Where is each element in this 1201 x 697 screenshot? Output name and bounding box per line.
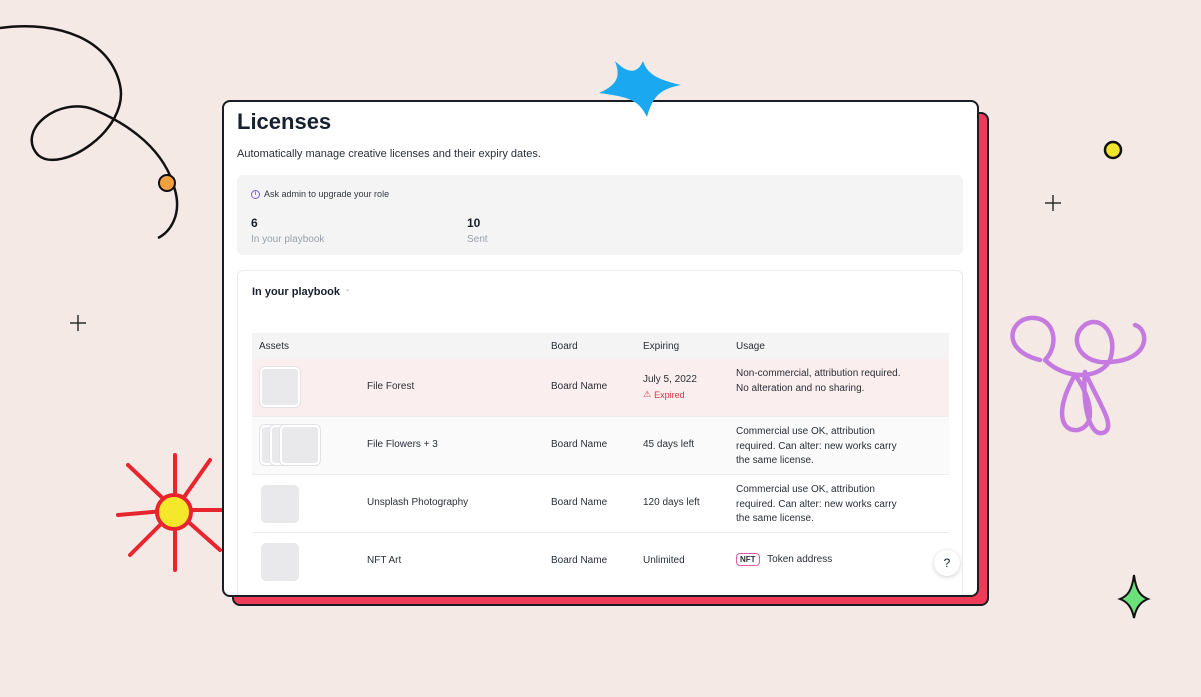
expiry-text: 120 days left (643, 497, 700, 508)
licenses-panel: Licenses Automatically manage creative l… (222, 100, 979, 597)
usage-text: Token address (767, 554, 833, 565)
stat-playbook: 6 In your playbook (251, 216, 324, 245)
header-expiring: Expiring (643, 341, 680, 352)
upgrade-role-text: Ask admin to upgrade your role (264, 189, 390, 199)
blue-star-decoration (599, 61, 681, 117)
asset-name: File Forest (367, 381, 415, 392)
section-title[interactable]: In your playbook (252, 286, 340, 298)
info-icon: i (251, 189, 260, 199)
expiry-date: July 5, 2022 (643, 374, 697, 385)
warning-icon: ⚠ (643, 389, 652, 399)
page-subtitle: Automatically manage creative licenses a… (237, 148, 541, 160)
board-name: Board Name (551, 381, 608, 392)
board-name: Board Name (551, 555, 608, 566)
stat-sent: 10 Sent (467, 216, 488, 245)
expiry-text: 45 days left (643, 439, 695, 450)
asset-name: File Flowers + 3 (367, 439, 438, 450)
nft-badge: NFT (736, 553, 760, 566)
header-usage: Usage (736, 341, 765, 352)
collapse-icon[interactable]: - (346, 285, 349, 296)
asset-thumbnail (261, 485, 299, 523)
usage-text: Commercial use OK, attribution required.… (736, 484, 897, 524)
asset-thumbnail (261, 543, 299, 581)
expiry-text: Unlimited (643, 555, 685, 566)
asset-thumbnail (280, 425, 320, 465)
stats-panel: i Ask admin to upgrade your role 6 In yo… (237, 175, 963, 255)
usage-text: Commercial use OK, attribution required.… (736, 426, 897, 466)
expired-status: ⚠ Expired (643, 389, 697, 400)
stat-value: 10 (467, 216, 481, 230)
header-board: Board (551, 341, 578, 352)
board-name: Board Name (551, 497, 608, 508)
stat-value: 6 (251, 216, 258, 230)
table-row[interactable]: NFT Art Board Name Unlimited NFT Token a… (252, 533, 949, 590)
page-title: Licenses (237, 109, 332, 134)
help-button[interactable]: ? (934, 550, 960, 576)
table-header: Assets Board Expiring Usage (252, 333, 949, 359)
asset-name: NFT Art (367, 555, 402, 566)
table-row[interactable]: File Forest Board Name July 5, 2022 ⚠ Ex… (252, 359, 949, 417)
asset-thumbnail (260, 367, 300, 407)
asset-name: Unsplash Photography (367, 497, 469, 508)
table-row[interactable]: Unsplash Photography Board Name 120 days… (252, 475, 949, 533)
board-name: Board Name (551, 439, 608, 450)
stat-label: Sent (467, 234, 488, 245)
expired-label: Expired (654, 389, 685, 400)
expiry-cell: July 5, 2022 ⚠ Expired (643, 374, 697, 400)
upgrade-role-note[interactable]: i Ask admin to upgrade your role (251, 189, 389, 199)
licenses-table: Assets Board Expiring Usage File Forest … (252, 333, 949, 590)
playbook-section: In your playbook - Assets Board Expiring… (237, 270, 963, 595)
header-assets: Assets (259, 341, 290, 352)
usage-cell: NFT Token address (736, 553, 832, 566)
usage-text: Non-commercial, attribution required. No… (736, 368, 901, 394)
stat-label: In your playbook (251, 234, 325, 245)
table-row[interactable]: File Flowers + 3 Board Name 45 days left… (252, 417, 949, 475)
